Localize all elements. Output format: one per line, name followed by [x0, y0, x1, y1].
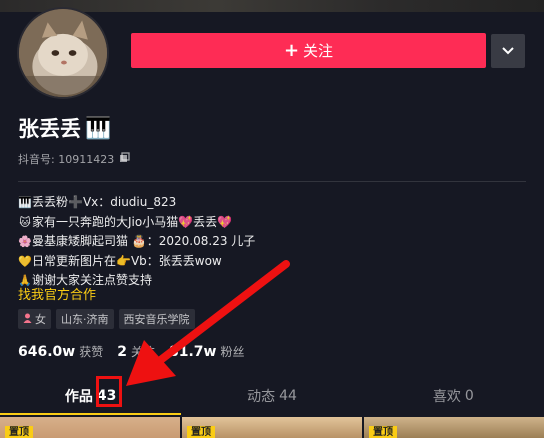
location-tag: 山东·济南 [56, 309, 114, 329]
nickname-text: 张丢丢 [18, 117, 81, 141]
gender-tag: 女 [18, 309, 51, 329]
chevron-down-icon [502, 47, 514, 55]
cat-avatar-image [19, 9, 107, 97]
followers-count[interactable]: 81.7w [169, 344, 216, 360]
more-options-button[interactable] [491, 34, 525, 68]
stats: 646.0w 获赞 2 关注 81.7w 粉丝 [18, 343, 259, 360]
profile-tabs: 作品 43 动态 44 喜欢 0 [0, 376, 544, 416]
pinned-badge: 置顶 [187, 426, 215, 438]
video-thumb[interactable]: 置顶 [182, 417, 362, 438]
active-tab-indicator [0, 413, 181, 415]
bio-text: 家有一只奔跑的大Jio小马猫💖丢丢💖 [32, 214, 233, 229]
pinned-badge: 置顶 [5, 426, 33, 438]
follow-button[interactable]: + 关注 [131, 33, 486, 68]
bio-text: 曼基康矮脚起司猫 🎂：2020.08.23 儿子 [32, 234, 256, 248]
tab-count: 0 [464, 388, 474, 404]
tab-label: 作品 [64, 389, 93, 405]
bio-line: 🐱家有一只奔跑的大Jio小马猫💖丢丢💖 [18, 213, 255, 233]
likes-count: 646.0w [18, 344, 76, 360]
plus-icon: + [283, 40, 300, 61]
pinned-badge: 置顶 [369, 426, 397, 438]
cat-emoji-icon: 🐱 [19, 215, 31, 229]
female-icon [23, 313, 32, 326]
bio-text: 丢丢粉➕Vx：diudiu_823 [32, 195, 177, 209]
annotation-highlight-box [96, 376, 122, 407]
bio-line: 💛日常更新图片在👉Vb：张丢丢wow [18, 252, 255, 272]
tab-works[interactable]: 作品 43 [0, 376, 181, 416]
video-thumb[interactable]: 置顶 [364, 417, 544, 438]
following-count[interactable]: 2 [117, 344, 127, 360]
bio-line: 🎹丢丢粉➕Vx：diudiu_823 [18, 193, 255, 213]
bio-line: 🌸曼基康矮脚起司猫 🎂：2020.08.23 儿子 [18, 232, 255, 252]
tab-likes[interactable]: 喜欢 0 [363, 376, 544, 416]
heart-emoji-icon: 💛 [18, 254, 32, 268]
school-tag: 西安音乐学院 [118, 309, 195, 329]
copy-icon[interactable] [119, 152, 130, 166]
douyin-id: 抖音号: 10911423 [18, 151, 130, 167]
following-label[interactable]: 关注 [131, 343, 155, 360]
profile-tags: 女 山东·济南 西安音乐学院 [18, 309, 195, 329]
tab-moments[interactable]: 动态 44 [181, 376, 362, 416]
likes-label: 获赞 [79, 345, 104, 359]
video-thumb[interactable]: 置顶 [0, 417, 180, 438]
piano-icon: 🎹 [85, 115, 112, 140]
followers-label[interactable]: 粉丝 [220, 343, 244, 360]
official-cooperation-link[interactable]: 找我官方合作 [18, 284, 96, 303]
tab-label: 动态 [247, 389, 276, 405]
bio-text: 日常更新图片在👉Vb：张丢丢wow [32, 253, 222, 268]
video-grid: 置顶 置顶 置顶 [0, 417, 544, 438]
tab-label: 喜欢 [432, 389, 461, 405]
bio: 🎹丢丢粉➕Vx：diudiu_823 🐱家有一只奔跑的大Jio小马猫💖丢丢💖 🌸… [18, 193, 255, 291]
nickname: 张丢丢 🎹 [18, 113, 111, 143]
tab-count: 44 [279, 388, 297, 404]
follow-label: 关注 [303, 42, 334, 60]
flower-emoji-icon: 🌸 [18, 235, 32, 248]
gender-text: 女 [35, 313, 46, 326]
douyin-id-text: 抖音号: 10911423 [18, 153, 115, 166]
avatar[interactable] [17, 7, 109, 99]
piano-emoji-icon: 🎹 [18, 196, 32, 209]
divider [18, 181, 526, 182]
